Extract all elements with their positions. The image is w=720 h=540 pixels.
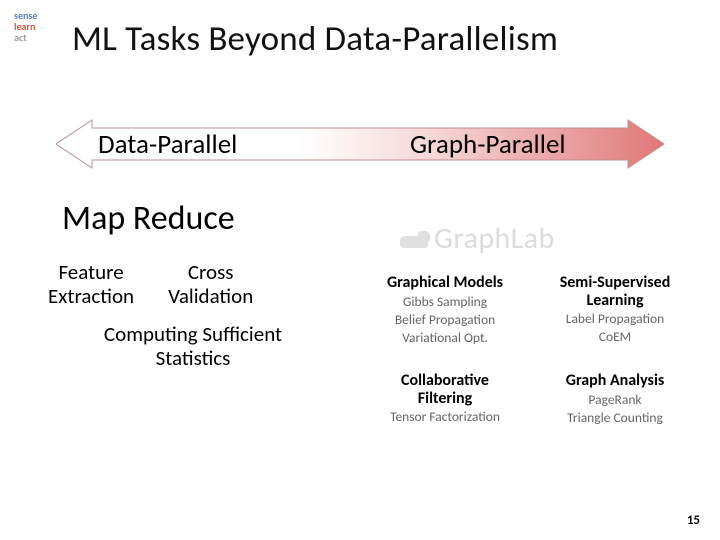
cell-sub: PageRank: [536, 392, 694, 408]
item-line: Feature: [48, 260, 134, 284]
cell-heading-line: Filtering: [366, 390, 524, 408]
page-title: ML Tasks Beyond Data-Parallelism: [72, 18, 558, 60]
cell-graphical-models: Graphical Models Gibbs Sampling Belief P…: [360, 270, 530, 350]
left-heading: Map Reduce: [62, 198, 235, 239]
cell-graph-analysis: Graph Analysis PageRank Triangle Countin…: [530, 368, 700, 430]
item-computing-stats: Computing Sufficient Statistics: [48, 322, 338, 370]
graphlab-text: GraphLab: [434, 220, 555, 257]
cell-sub: Label Propagation: [536, 311, 694, 327]
cell-sub: CoEM: [536, 329, 694, 345]
cell-heading-line: Collaborative: [366, 372, 524, 390]
arrow-label-right: Graph-Parallel: [410, 128, 566, 161]
item-line: Validation: [168, 284, 253, 308]
cell-sub: Belief Propagation: [366, 312, 524, 328]
graphlab-logo: GraphLab: [400, 220, 555, 257]
dog-icon: [400, 228, 430, 250]
right-grid: Graphical Models Gibbs Sampling Belief P…: [360, 270, 700, 430]
cell-heading-line: Learning: [536, 292, 694, 310]
left-column: Feature Extraction Cross Validation Comp…: [48, 260, 338, 371]
cell-collaborative-filtering: Collaborative Filtering Tensor Factoriza…: [360, 368, 530, 430]
item-cross-validation: Cross Validation: [168, 260, 253, 308]
item-feature-extraction: Feature Extraction: [48, 260, 134, 308]
item-line: Computing Sufficient: [48, 322, 338, 346]
cell-semi-supervised: Semi-Supervised Learning Label Propagati…: [530, 270, 700, 350]
logo-act: act: [14, 32, 37, 43]
logo: sense learn act: [14, 10, 37, 43]
item-line: Cross: [168, 260, 253, 284]
cell-heading: Graphical Models: [366, 274, 524, 292]
cell-sub: Gibbs Sampling: [366, 294, 524, 310]
cell-heading: Graph Analysis: [536, 372, 694, 390]
item-line: Statistics: [48, 346, 338, 370]
cell-heading-line: Semi-Supervised: [536, 274, 694, 292]
arrow-label-left: Data-Parallel: [98, 128, 237, 161]
cell-sub: Triangle Counting: [536, 410, 694, 426]
cell-sub: Tensor Factorization: [366, 409, 524, 425]
item-line: Extraction: [48, 284, 134, 308]
page-number: 15: [687, 513, 700, 528]
cell-sub: Variational Opt.: [366, 330, 524, 346]
